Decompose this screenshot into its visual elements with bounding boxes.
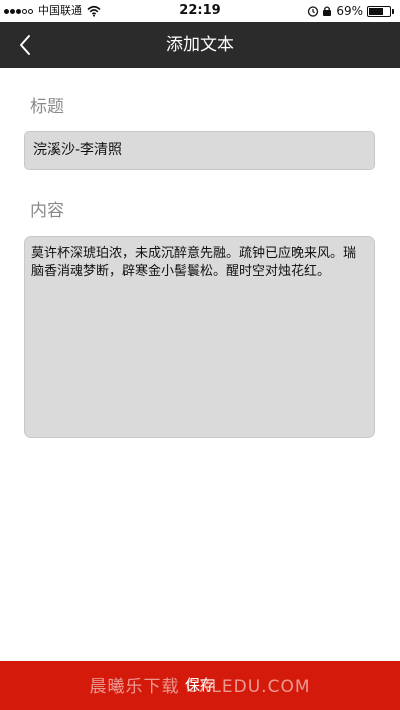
page-title: 添加文本 xyxy=(166,35,234,55)
content-textarea[interactable]: 莫许杯深琥珀浓，未成沉醉意先融。疏钟已应晚来风。瑞脑香消魂梦断，辟寒金小髻鬟松。… xyxy=(24,236,375,438)
content-label: 内容 xyxy=(30,201,64,221)
title-input[interactable]: 浣溪沙-李清照 xyxy=(24,131,375,170)
status-right: 69% xyxy=(307,0,394,22)
battery-percent: 69% xyxy=(336,4,363,18)
nav-bar: 添加文本 xyxy=(0,22,400,68)
title-label: 标题 xyxy=(30,97,64,117)
battery-tip xyxy=(392,8,394,14)
battery-fill xyxy=(369,7,383,15)
status-bar: 中国联通 22:19 69% xyxy=(0,0,400,22)
alarm-icon xyxy=(308,6,319,17)
save-button[interactable]: 晨曦乐下载 CXLEDU.COM 保存 xyxy=(0,661,400,710)
save-button-label: 保存 xyxy=(184,676,215,694)
add-text-screen: 中国联通 22:19 69% 添加文本 标题 浣溪沙-李清照 内容 莫许杯深琥珀… xyxy=(0,0,400,710)
battery-icon xyxy=(367,5,391,17)
rotation-lock-icon xyxy=(323,6,332,16)
